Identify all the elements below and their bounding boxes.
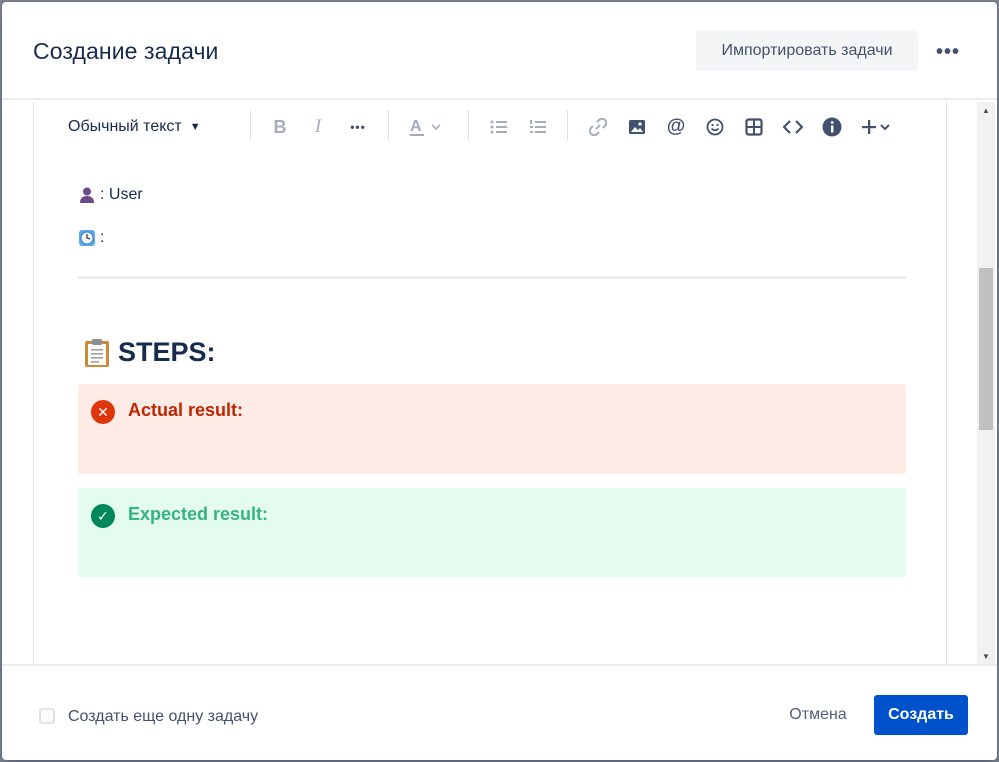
horizontal-rule [78,276,906,279]
code-glyph [783,120,803,134]
toolbar-divider [468,110,469,140]
code-icon[interactable] [782,114,804,140]
clock-line: : [78,229,104,247]
create-another-checkbox[interactable] [39,708,55,724]
image-glyph [629,120,645,134]
numbered-list-icon[interactable] [527,114,549,140]
error-icon: ✕ [91,400,115,424]
emoji-icon[interactable] [704,114,726,140]
more-actions-button[interactable]: ••• [930,38,966,66]
user-icon [80,187,94,203]
link-icon[interactable] [587,114,609,140]
mention-icon[interactable]: @ [665,114,687,140]
toolbar-divider [567,110,568,140]
error-panel[interactable]: ✕ Actual result: [78,384,906,474]
scroll-down-icon[interactable]: ▼ [977,648,995,664]
text-color-glyph: A [410,118,441,136]
bold-icon[interactable]: B [270,114,290,140]
scroll-up-icon[interactable]: ▲ [977,102,995,118]
scrollbar-thumb[interactable] [979,268,993,430]
check-circle-icon: ✓ [91,504,115,528]
bullet-list-icon[interactable] [488,114,510,140]
image-icon[interactable] [626,114,648,140]
create-button[interactable]: Создать [874,695,968,735]
steps-heading: STEPS: [84,337,216,368]
editor-toolbar: Обычный текст ▼ B I ••• A @ [34,102,946,152]
import-issues-button[interactable]: Импортировать задачи [696,31,918,71]
numbered-list-glyph [530,120,546,133]
actual-result-label: Actual result: [128,400,244,420]
description-editor[interactable]: Обычный текст ▼ B I ••• A @: User: STE… [33,102,947,664]
steps-heading-text: STEPS: [118,337,216,367]
insert-more-icon[interactable] [860,114,896,140]
scrollbar[interactable]: ▲ ▼ [977,102,995,664]
create-issue-dialog: Создание задачи Импортировать задачи •••… [2,2,997,760]
toolbar-divider [250,110,251,140]
info-panel-icon[interactable] [821,114,843,140]
text-style-label: Обычный текст [68,118,182,135]
link-glyph [589,118,607,136]
table-glyph [745,118,763,136]
cancel-button[interactable]: Отмена [774,695,862,735]
italic-icon[interactable]: I [308,114,328,140]
clock-icon [79,230,95,246]
emoji-glyph [706,118,724,136]
svg-text:A: A [410,118,422,135]
clipboard-icon [85,338,109,367]
clock-line-text: : [100,229,105,246]
success-panel[interactable]: ✓ Expected result: [78,488,906,577]
dialog-footer: Создать еще одну задачу Отмена Создать [2,664,997,760]
user-line: : User [78,186,143,204]
dialog-body: Обычный текст ▼ B I ••• A @: User: STE… [2,102,997,664]
toolbar-divider [388,110,389,140]
user-line-text: : User [100,186,143,203]
create-another-label: Создать еще одну задачу [68,708,259,725]
expected-result-label: Expected result: [128,504,269,524]
table-icon[interactable] [743,114,765,140]
insert-more-glyph [862,120,890,134]
more-formatting-icon[interactable]: ••• [346,114,370,140]
info-glyph [822,117,842,137]
chevron-down-icon: ▼ [189,121,201,133]
bullet-list-glyph [490,120,507,134]
dialog-title: Создание задачи [33,38,219,64]
text-style-dropdown[interactable]: Обычный текст ▼ [68,114,218,140]
text-color-icon[interactable]: A [408,114,444,140]
dialog-header: Создание задачи Импортировать задачи ••• [2,2,997,100]
